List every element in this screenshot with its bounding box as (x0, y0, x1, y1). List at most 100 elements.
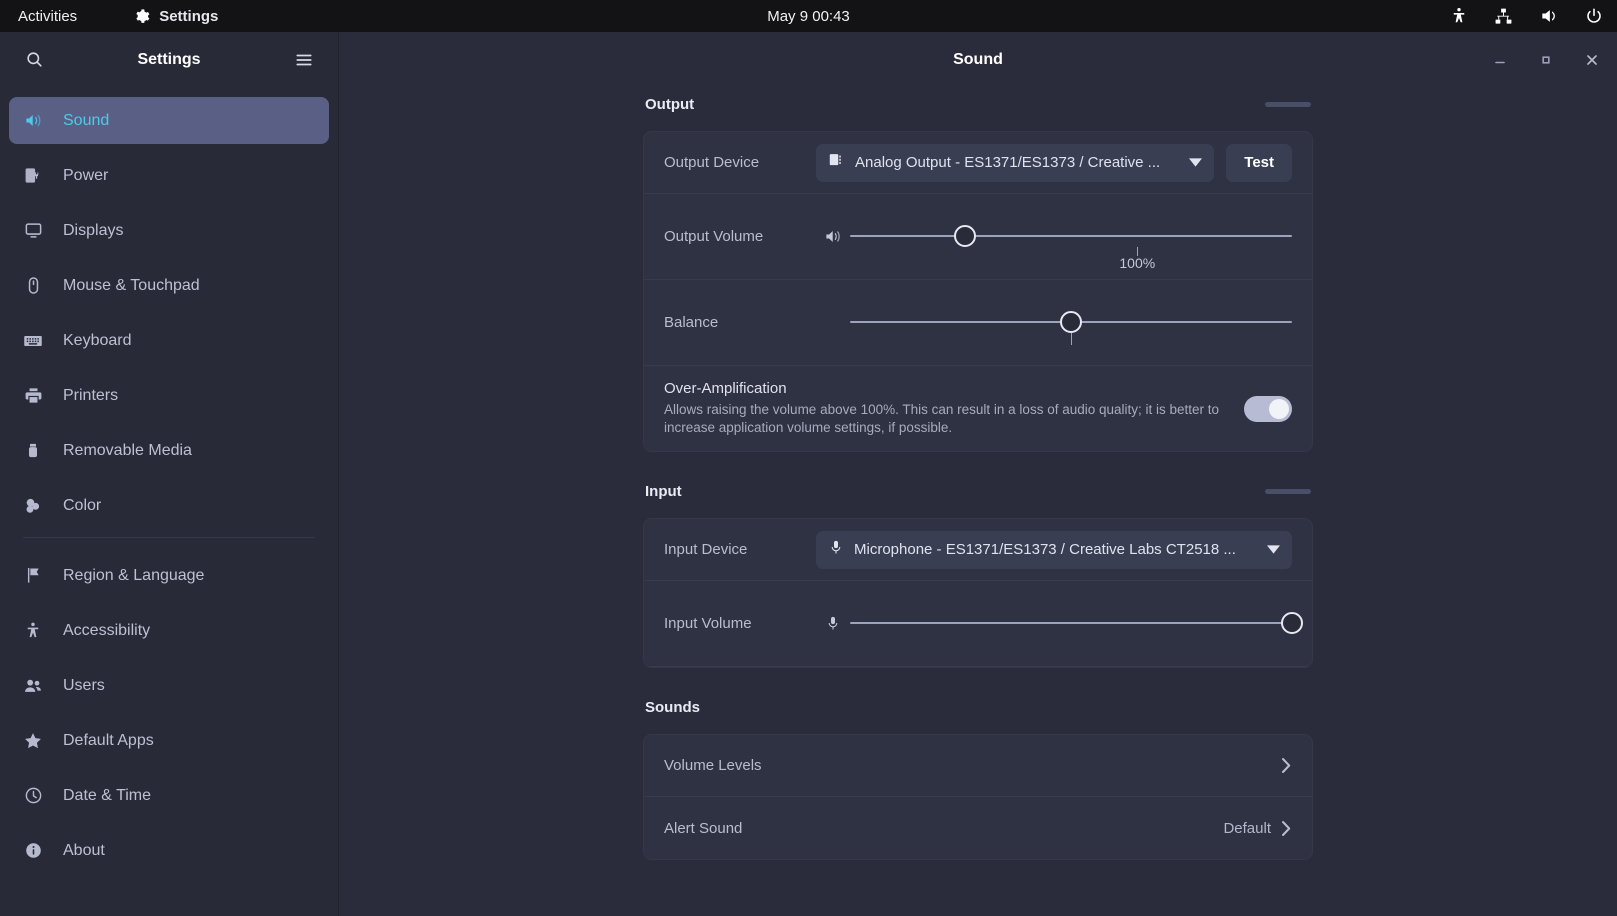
display-icon (23, 221, 43, 240)
close-button[interactable] (1581, 49, 1603, 71)
sidebar-item-removable-media[interactable]: Removable Media (9, 427, 329, 474)
sidebar-item-label: Keyboard (63, 331, 132, 349)
sidebar-item-mouse-touchpad[interactable]: Mouse & Touchpad (9, 262, 329, 309)
sidebar-item-label: Power (63, 166, 109, 184)
output-volume-track (850, 234, 1292, 237)
power-icon[interactable] (1585, 7, 1603, 25)
chevron-right-icon (1281, 757, 1292, 774)
search-icon[interactable] (18, 44, 50, 76)
microphone-icon (828, 539, 844, 560)
printer-icon (23, 386, 43, 405)
sidebar-separator (23, 537, 315, 538)
output-heading: Output (645, 95, 695, 113)
sidebar-item-users[interactable]: Users (9, 662, 329, 709)
input-device-label: Input Device (664, 541, 748, 559)
clock[interactable]: May 9 00:43 (0, 8, 1617, 25)
sidebar-item-label: About (63, 841, 105, 859)
input-section-handle[interactable] (1265, 488, 1311, 494)
input-volume-track (850, 621, 1292, 624)
toggle-knob (1269, 398, 1289, 419)
sidebar-item-label: Region & Language (63, 566, 205, 584)
sidebar-list: Sound Power Displays Mouse & Touchpad Ke… (0, 87, 338, 882)
activities-button[interactable]: Activities (18, 8, 77, 25)
volume-levels-row[interactable]: Volume Levels (644, 735, 1312, 798)
network-wired-icon[interactable] (1494, 7, 1513, 26)
input-volume-label: Input Volume (664, 615, 752, 633)
sidebar-item-displays[interactable]: Displays (9, 207, 329, 254)
sidebar-header: Settings (0, 32, 338, 87)
input-volume-row: Input Volume (644, 581, 1312, 668)
keyboard-icon (23, 331, 43, 351)
over-amplification-description: Allows raising the volume above 100%. Th… (664, 402, 1220, 436)
input-volume-slider[interactable] (850, 596, 1303, 652)
sounds-section: Sounds Volume Levels Alert Sound Default (643, 690, 1313, 861)
input-volume-thumb[interactable] (1281, 611, 1303, 634)
sidebar-item-region-language[interactable]: Region & Language (9, 552, 329, 599)
maximize-button[interactable] (1535, 49, 1557, 71)
settings-window: Settings Sound Power Displays Mouse & To… (0, 32, 1617, 916)
output-device-row: Output Device Analog Output - ES1371/ES1… (644, 132, 1312, 194)
output-volume-thumb[interactable] (953, 224, 976, 247)
color-icon (23, 496, 43, 516)
sidebar-item-label: Date & Time (63, 786, 152, 804)
sidebar-item-printers[interactable]: Printers (9, 372, 329, 419)
sidebar-item-power[interactable]: Power (9, 152, 329, 199)
over-amplification-title: Over-Amplification (664, 380, 787, 397)
window-controls (1489, 32, 1603, 87)
balance-label: Balance (664, 314, 719, 331)
balance-thumb[interactable] (1060, 310, 1082, 333)
input-device-value: Microphone - ES1371/ES1373 / Creative La… (854, 541, 1236, 559)
output-device-label: Output Device (664, 154, 760, 171)
page-title: Sound (953, 50, 1003, 68)
over-amplification-toggle[interactable] (1244, 395, 1292, 422)
sidebar-item-label: Removable Media (63, 441, 192, 459)
sidebar-item-default-apps[interactable]: Default Apps (9, 717, 329, 764)
volume-high-icon (816, 227, 850, 246)
sidebar-item-label: Color (63, 496, 102, 514)
chevron-down-icon (1267, 541, 1280, 558)
input-device-dropdown[interactable]: Microphone - ES1371/ES1373 / Creative La… (816, 530, 1292, 569)
microphone-icon (816, 615, 850, 632)
sidebar-item-date-time[interactable]: Date & Time (9, 772, 329, 819)
settings-scroll-area[interactable]: Output Output Device Analog Output - ES1… (339, 87, 1617, 916)
status-area[interactable] (1450, 6, 1603, 26)
sidebar-title: Settings (137, 50, 201, 68)
app-menu-button[interactable]: Settings (133, 8, 218, 25)
output-section-handle[interactable] (1265, 101, 1311, 107)
sidebar: Settings Sound Power Displays Mouse & To… (0, 32, 339, 916)
sidebar-item-sound[interactable]: Sound (9, 97, 329, 144)
clock-icon (23, 786, 43, 805)
alert-sound-row[interactable]: Alert Sound Default (644, 797, 1312, 859)
sidebar-item-label: Displays (63, 221, 124, 239)
output-volume-label: Output Volume (664, 228, 764, 245)
power-plug-icon (23, 166, 43, 185)
audio-card-icon (828, 152, 845, 173)
gnome-top-bar: Activities Settings May 9 00:43 (0, 0, 1617, 32)
input-heading: Input (645, 482, 682, 500)
sounds-heading: Sounds (645, 698, 700, 716)
output-device-dropdown[interactable]: Analog Output - ES1371/ES1373 / Creative… (816, 143, 1215, 182)
input-device-row: Input Device Microphone - ES1371/ES1373 … (644, 519, 1312, 582)
over-amplification-texts: Over-Amplification Allows raising the vo… (664, 380, 1244, 437)
sidebar-item-color[interactable]: Color (9, 482, 329, 529)
info-icon (23, 841, 43, 860)
balance-slider[interactable] (850, 295, 1292, 351)
test-button[interactable]: Test (1226, 143, 1292, 182)
output-section: Output Output Device Analog Output - ES1… (643, 87, 1313, 453)
speaker-icon (23, 111, 43, 130)
hamburger-menu-icon[interactable] (288, 44, 320, 76)
balance-center-tick (1071, 332, 1072, 345)
output-volume-row: Output Volume 100% (644, 194, 1312, 280)
output-device-value: Analog Output - ES1371/ES1373 / Creative… (855, 154, 1161, 171)
accessibility-icon (23, 621, 43, 640)
sidebar-item-keyboard[interactable]: Keyboard (9, 317, 329, 364)
sounds-section-header: Sounds (643, 690, 1313, 724)
accessibility-icon[interactable] (1450, 7, 1468, 25)
minimize-button[interactable] (1489, 49, 1511, 71)
main-panel: Sound Output Output Device Analog Output… (339, 32, 1617, 916)
volume-icon[interactable] (1539, 6, 1559, 26)
volume-levels-label: Volume Levels (664, 757, 762, 775)
output-volume-slider[interactable]: 100% (850, 209, 1292, 271)
sidebar-item-accessibility[interactable]: Accessibility (9, 607, 329, 654)
sidebar-item-about[interactable]: About (9, 827, 329, 874)
